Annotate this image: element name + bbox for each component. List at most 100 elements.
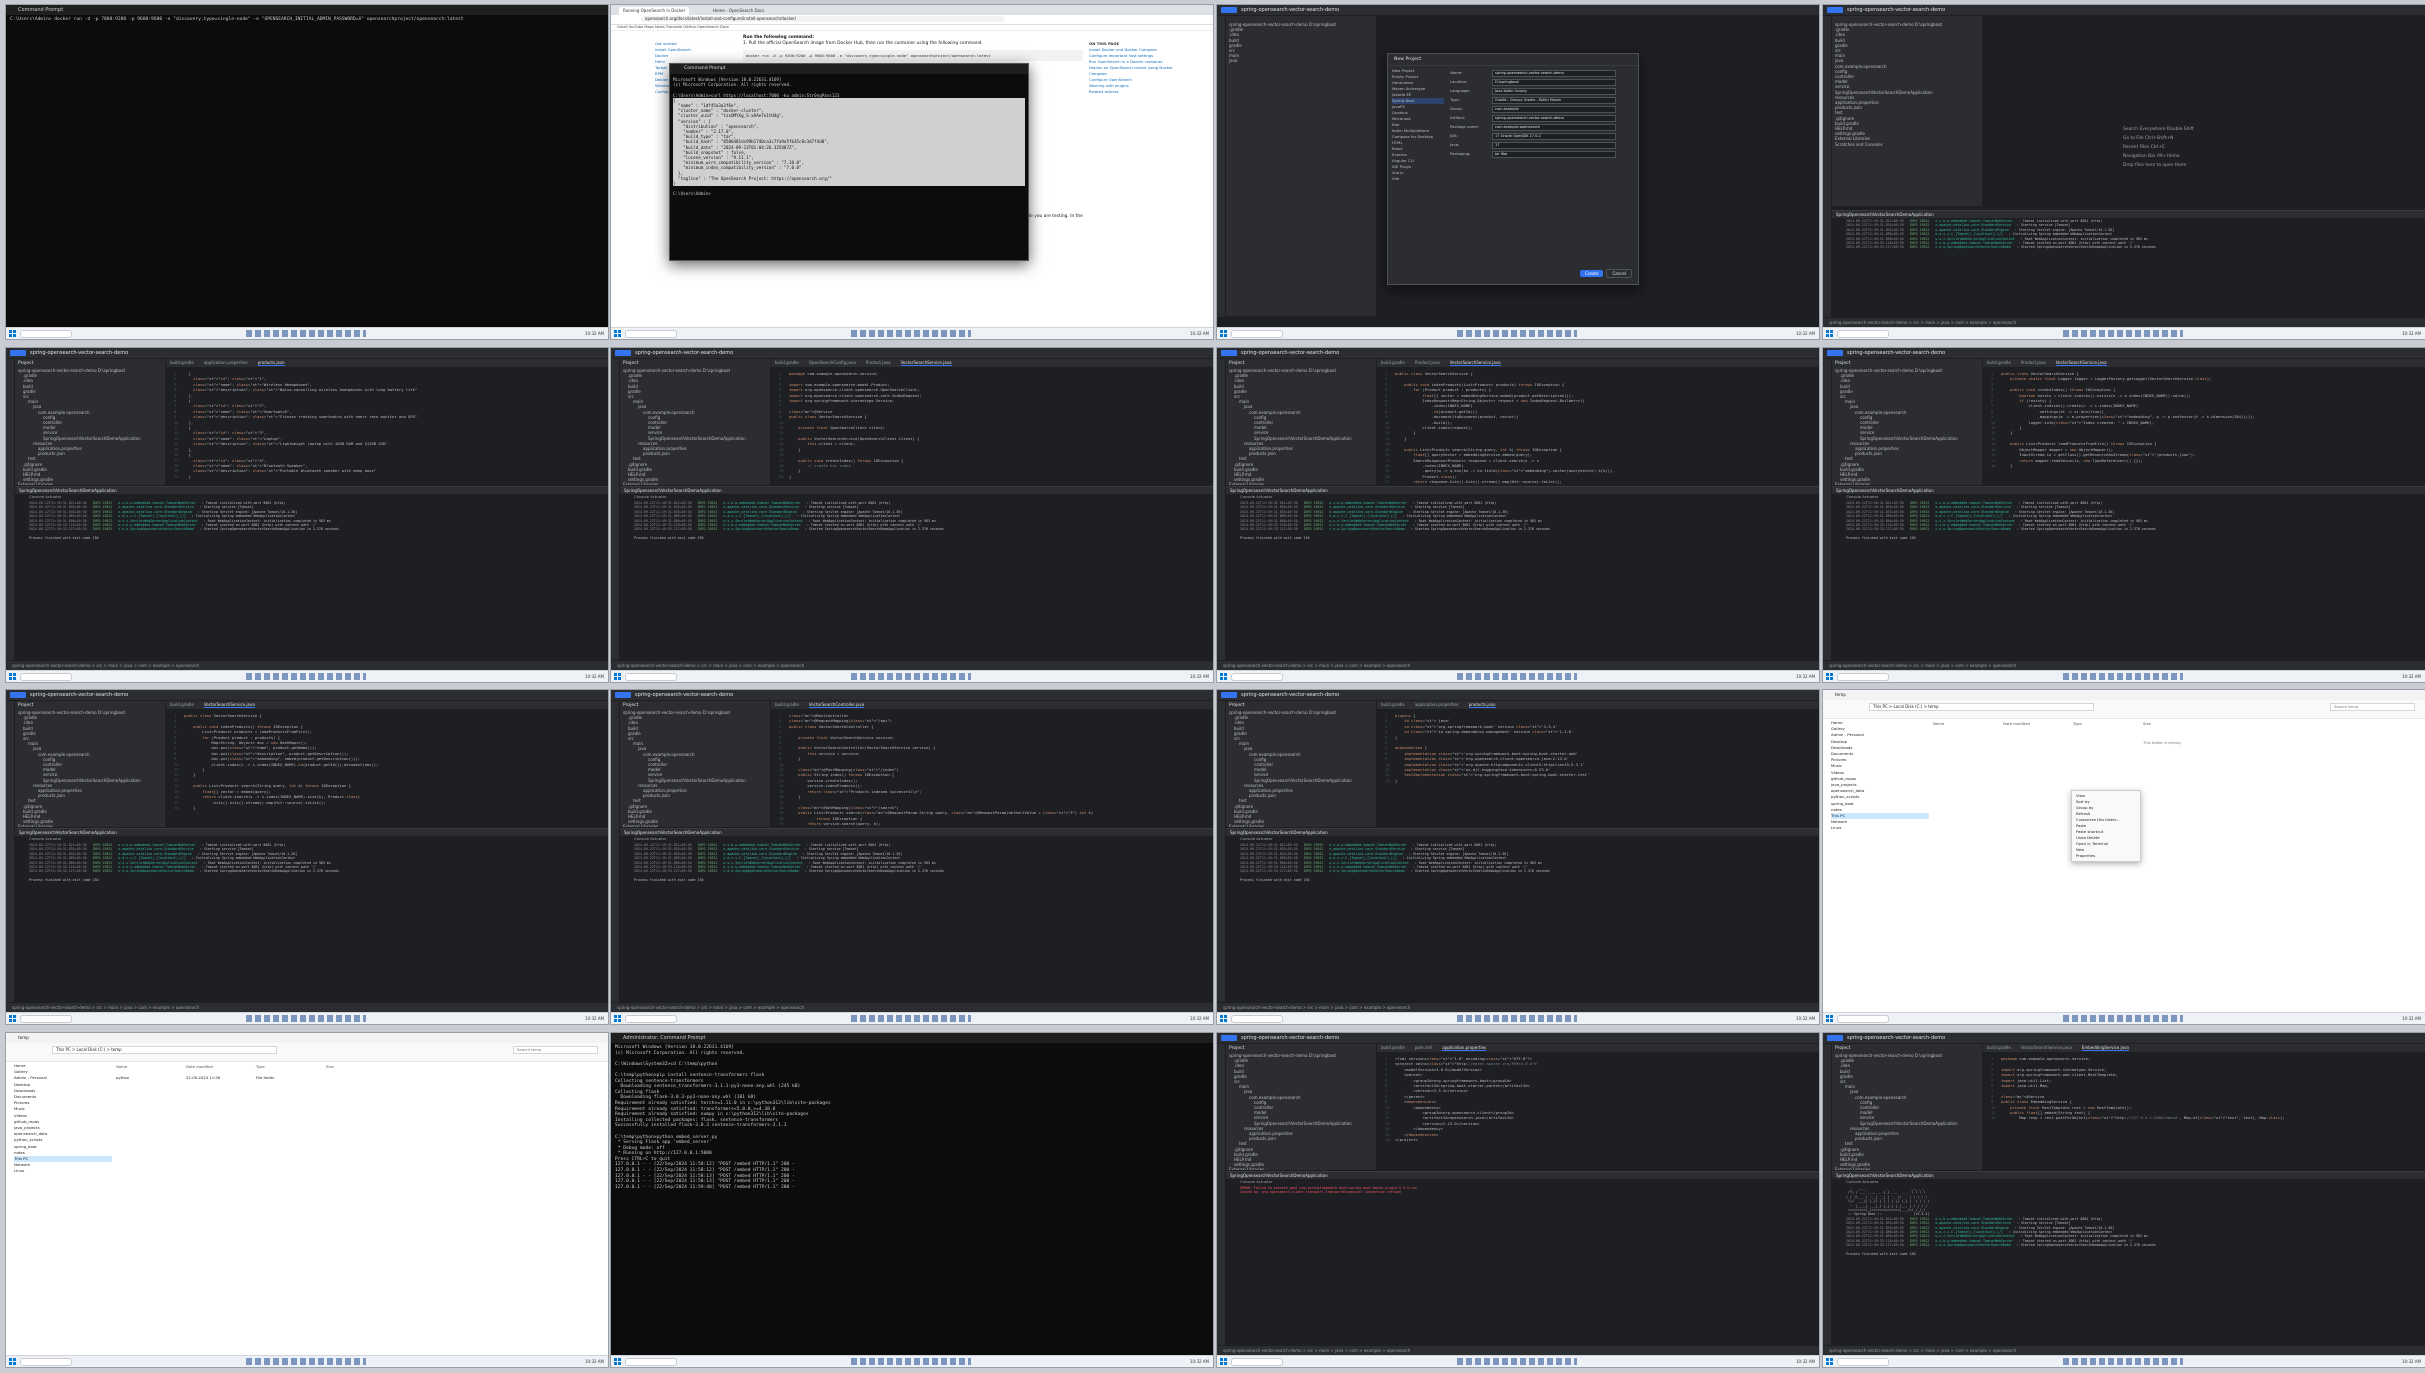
taskbar-pinned-apps[interactable] bbox=[2063, 1015, 2183, 1022]
column-header[interactable]: Type bbox=[2073, 721, 2143, 726]
editor-tab[interactable]: application.properties bbox=[1415, 702, 1459, 707]
taskbar-pinned-apps[interactable] bbox=[1457, 1015, 1577, 1022]
windows-start-icon[interactable] bbox=[9, 330, 16, 337]
taskbar-pinned-apps[interactable] bbox=[2063, 330, 2183, 337]
cancel-button[interactable]: Cancel bbox=[1606, 269, 1632, 278]
taskbar-search-box[interactable] bbox=[20, 1358, 72, 1366]
editor-tab[interactable]: VectorSearchService.java bbox=[2055, 360, 2107, 366]
taskbar-search-box[interactable] bbox=[1837, 330, 1889, 338]
code-editor[interactable]: 1 {2 class="st">"id": class="st">"1", 3 c… bbox=[166, 368, 608, 485]
windows-start-icon[interactable] bbox=[1826, 1358, 1833, 1365]
tool-window-stripe[interactable] bbox=[611, 359, 620, 660]
windows-start-icon[interactable] bbox=[1220, 330, 1227, 337]
windows-start-icon[interactable] bbox=[9, 673, 16, 680]
taskbar-pinned-apps[interactable] bbox=[2063, 1358, 2183, 1365]
ide-project-name[interactable]: spring-opensearch-vector-search-demo bbox=[1241, 350, 1339, 356]
editor-tab[interactable]: build.gradle bbox=[1381, 702, 1405, 707]
tool-window-stripe[interactable] bbox=[611, 701, 620, 1002]
taskbar-search-box[interactable] bbox=[1837, 673, 1889, 681]
generator-item[interactable]: Vite bbox=[1392, 176, 1444, 182]
tree-node[interactable]: Scratches and Consoles bbox=[1835, 142, 1982, 147]
form-field[interactable]: 17 Oracle OpenJDK 17.0.2 bbox=[1492, 132, 1616, 140]
taskbar-search-box[interactable] bbox=[625, 673, 677, 681]
taskbar-search-box[interactable] bbox=[1231, 673, 1283, 681]
project-widget-icon[interactable] bbox=[1221, 350, 1237, 356]
editor-tab[interactable]: build.gradle bbox=[1987, 360, 2011, 365]
taskbar-pinned-apps[interactable] bbox=[246, 1358, 366, 1365]
windows-start-icon[interactable] bbox=[1826, 673, 1833, 680]
tree-node[interactable]: External Libraries bbox=[18, 482, 165, 485]
column-header[interactable]: Size bbox=[326, 1064, 396, 1069]
context-menu-item[interactable]: Properties bbox=[2076, 853, 2136, 859]
code-editor[interactable]: 1 public class VectorSearchService {2 pri… bbox=[1983, 368, 2425, 485]
editor-tab[interactable]: VectorSearchService.java bbox=[203, 702, 255, 708]
windows-start-icon[interactable] bbox=[614, 1015, 621, 1022]
taskbar-pinned-apps[interactable] bbox=[1457, 1358, 1577, 1365]
editor-tab[interactable]: VectorSearchController.java bbox=[808, 702, 865, 708]
windows-start-icon[interactable] bbox=[1220, 673, 1227, 680]
windows-start-icon[interactable] bbox=[1220, 1015, 1227, 1022]
code-editor[interactable]: 1 public class VectorSearchService {2 3 pu… bbox=[166, 710, 608, 827]
form-field[interactable]: spring-opensearch-vector-search-demo bbox=[1492, 114, 1616, 122]
toc-link[interactable]: Deploy an OpenSearch cluster using Docke… bbox=[1089, 65, 1179, 77]
editor-tab[interactable]: Product.java bbox=[866, 360, 891, 365]
taskbar-search-box[interactable] bbox=[1231, 330, 1283, 338]
tree-node[interactable]: External Libraries bbox=[18, 824, 165, 827]
terminal-output[interactable]: Microsoft Windows [Version 10.0.22631.41… bbox=[615, 1045, 831, 1190]
form-field[interactable]: Gradle - Groovy Gradle - Kotlin Maven bbox=[1492, 96, 1616, 104]
windows-start-icon[interactable] bbox=[9, 1358, 16, 1365]
create-button[interactable]: Create bbox=[1580, 270, 1604, 277]
form-field[interactable]: com.example bbox=[1492, 105, 1616, 113]
editor-tab[interactable]: build.gradle bbox=[775, 702, 799, 707]
browser-tab[interactable]: Home - OpenSearch Docs bbox=[709, 7, 768, 15]
form-field[interactable]: spring-opensearch-vector-search-demo bbox=[1492, 69, 1616, 77]
explorer-search-input[interactable]: Search temp bbox=[513, 1046, 598, 1054]
form-field[interactable]: com.example.opensearch bbox=[1492, 123, 1616, 131]
ide-project-name[interactable]: spring-opensearch-vector-search-demo bbox=[1241, 692, 1339, 698]
toc-link[interactable]: Related articles bbox=[1089, 89, 1179, 95]
project-widget-icon[interactable] bbox=[1221, 1035, 1237, 1041]
editor-tab[interactable]: Product.java bbox=[1415, 360, 1440, 365]
taskbar-pinned-apps[interactable] bbox=[851, 673, 971, 680]
tree-node[interactable]: java bbox=[1229, 58, 1376, 63]
column-header[interactable]: Date modified bbox=[2003, 721, 2073, 726]
tool-window-stripe[interactable] bbox=[1217, 16, 1226, 317]
taskbar-search-box[interactable] bbox=[1837, 1358, 1889, 1366]
editor-tab[interactable]: products.json bbox=[257, 360, 285, 366]
ide-project-name[interactable]: spring-opensearch-vector-search-demo bbox=[1847, 7, 1945, 13]
taskbar-search-box[interactable] bbox=[1231, 1015, 1283, 1023]
ide-project-name[interactable]: spring-opensearch-vector-search-demo bbox=[1241, 7, 1339, 13]
form-field[interactable]: Java Kotlin Groovy bbox=[1492, 87, 1616, 95]
tree-node[interactable]: External Libraries bbox=[1229, 482, 1376, 485]
ide-project-name[interactable]: spring-opensearch-vector-search-demo bbox=[30, 350, 128, 356]
tool-window-stripe[interactable] bbox=[6, 359, 15, 660]
tree-node[interactable]: External Libraries bbox=[1835, 1167, 1982, 1170]
editor-tab[interactable]: Product.java bbox=[2021, 360, 2046, 365]
browser-tab[interactable]: Running OpenSearch in Docker bbox=[619, 7, 690, 15]
code-editor[interactable]: 1 package com.example.opensearch.service;… bbox=[771, 368, 1213, 485]
tool-window-stripe[interactable] bbox=[1823, 1044, 1832, 1345]
taskbar-pinned-apps[interactable] bbox=[1457, 330, 1577, 337]
editor-tab[interactable]: VectorSearchService.java bbox=[1449, 360, 1501, 366]
project-widget-icon[interactable] bbox=[615, 692, 631, 698]
editor-tab[interactable]: VectorSearchService.java bbox=[900, 360, 952, 366]
nav-pane-item[interactable]: Linux bbox=[14, 1168, 112, 1174]
taskbar-search-box[interactable] bbox=[20, 330, 72, 338]
column-header[interactable]: Date modified bbox=[186, 1064, 256, 1069]
taskbar-search-box[interactable] bbox=[625, 1358, 677, 1366]
windows-start-icon[interactable] bbox=[614, 1358, 621, 1365]
explorer-search-input[interactable]: Search temp bbox=[2330, 703, 2415, 711]
windows-start-icon[interactable] bbox=[614, 330, 621, 337]
windows-start-icon[interactable] bbox=[614, 673, 621, 680]
taskbar-pinned-apps[interactable] bbox=[851, 1358, 971, 1365]
code-editor[interactable]: 1 public class VectorSearchService {2 3 pu… bbox=[1377, 368, 1819, 485]
windows-start-icon[interactable] bbox=[1220, 1358, 1227, 1365]
editor-tab[interactable]: VectorSearchService.java bbox=[2021, 1045, 2072, 1050]
tree-node[interactable]: External Libraries bbox=[1229, 824, 1376, 827]
tool-window-stripe[interactable] bbox=[1217, 1044, 1226, 1345]
taskbar-pinned-apps[interactable] bbox=[246, 673, 366, 680]
tool-window-stripe[interactable] bbox=[1823, 359, 1832, 660]
taskbar-pinned-apps[interactable] bbox=[1457, 673, 1577, 680]
project-widget-icon[interactable] bbox=[10, 350, 26, 356]
taskbar-search-box[interactable] bbox=[625, 330, 677, 338]
